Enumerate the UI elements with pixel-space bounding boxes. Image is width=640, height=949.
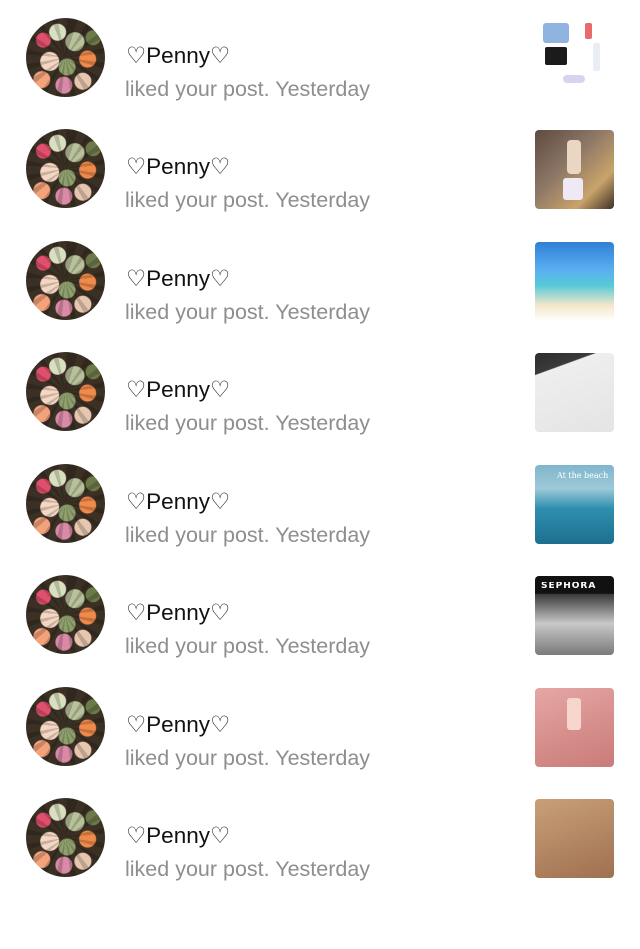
timestamp: Yesterday [275, 76, 371, 101]
notification-text: liked your post. Yesterday [125, 411, 370, 435]
thumbnail-caption: SEPHORA [541, 582, 597, 591]
post-thumbnail[interactable] [535, 18, 614, 98]
post-thumbnail[interactable]: At the beach [535, 464, 614, 544]
notification-text: liked your post. Yesterday [125, 188, 370, 212]
timestamp: Yesterday [275, 299, 371, 324]
action-text: liked your post. [125, 188, 270, 212]
action-text: liked your post. [125, 299, 270, 324]
timestamp: Yesterday [275, 411, 371, 435]
post-thumbnail[interactable] [535, 799, 614, 878]
bottle-shape [593, 42, 600, 71]
notification-text: liked your post. Yesterday [125, 746, 370, 770]
notification-row[interactable]: ♡Penny♡ liked your post. Yesterday [0, 798, 640, 949]
tube-shape [567, 140, 581, 174]
action-text: liked your post. [125, 857, 270, 881]
avatar[interactable] [26, 17, 105, 97]
notification-text: liked your post. Yesterday [125, 77, 370, 101]
action-text: liked your post. [125, 745, 270, 770]
post-thumbnail[interactable] [535, 687, 614, 767]
post-thumbnail[interactable] [535, 241, 614, 321]
jar-shape [563, 178, 583, 200]
shirt-shape [543, 22, 569, 43]
notification-text: liked your post. Yesterday [125, 857, 370, 881]
timestamp: Yesterday [275, 857, 371, 881]
action-text: liked your post. [125, 411, 270, 435]
action-text: liked your post. [125, 522, 270, 547]
username[interactable]: ♡Penny♡ [126, 712, 230, 738]
username[interactable]: ♡Penny♡ [126, 154, 230, 180]
username[interactable]: ♡Penny♡ [126, 600, 230, 626]
shoes-shape [563, 74, 585, 83]
avatar[interactable] [26, 686, 105, 766]
avatar[interactable] [26, 575, 105, 654]
bottle-shape [567, 697, 581, 730]
avatar[interactable] [26, 129, 105, 208]
username[interactable]: ♡Penny♡ [126, 823, 230, 849]
avatar[interactable] [26, 240, 105, 320]
post-thumbnail[interactable] [535, 130, 614, 209]
avatar[interactable] [26, 798, 105, 877]
username[interactable]: ♡Penny♡ [126, 489, 230, 515]
avatar[interactable] [26, 463, 105, 543]
avatar[interactable] [26, 352, 105, 431]
notification-text: liked your post. Yesterday [125, 300, 370, 324]
timestamp: Yesterday [275, 634, 371, 658]
action-text: liked your post. [125, 76, 270, 101]
post-thumbnail[interactable] [535, 353, 614, 432]
notification-text: liked your post. Yesterday [125, 523, 370, 547]
username[interactable]: ♡Penny♡ [126, 377, 230, 403]
post-thumbnail[interactable]: SEPHORA [535, 576, 614, 655]
notification-text: liked your post. Yesterday [125, 634, 370, 658]
timestamp: Yesterday [275, 745, 371, 770]
thumbnail-caption: At the beach [557, 470, 609, 480]
timestamp: Yesterday [275, 188, 371, 212]
action-text: liked your post. [125, 634, 270, 658]
bottle-shape [585, 22, 592, 39]
timestamp: Yesterday [275, 522, 371, 547]
username[interactable]: ♡Penny♡ [126, 266, 230, 292]
shorts-shape [545, 46, 567, 65]
username[interactable]: ♡Penny♡ [126, 43, 230, 69]
